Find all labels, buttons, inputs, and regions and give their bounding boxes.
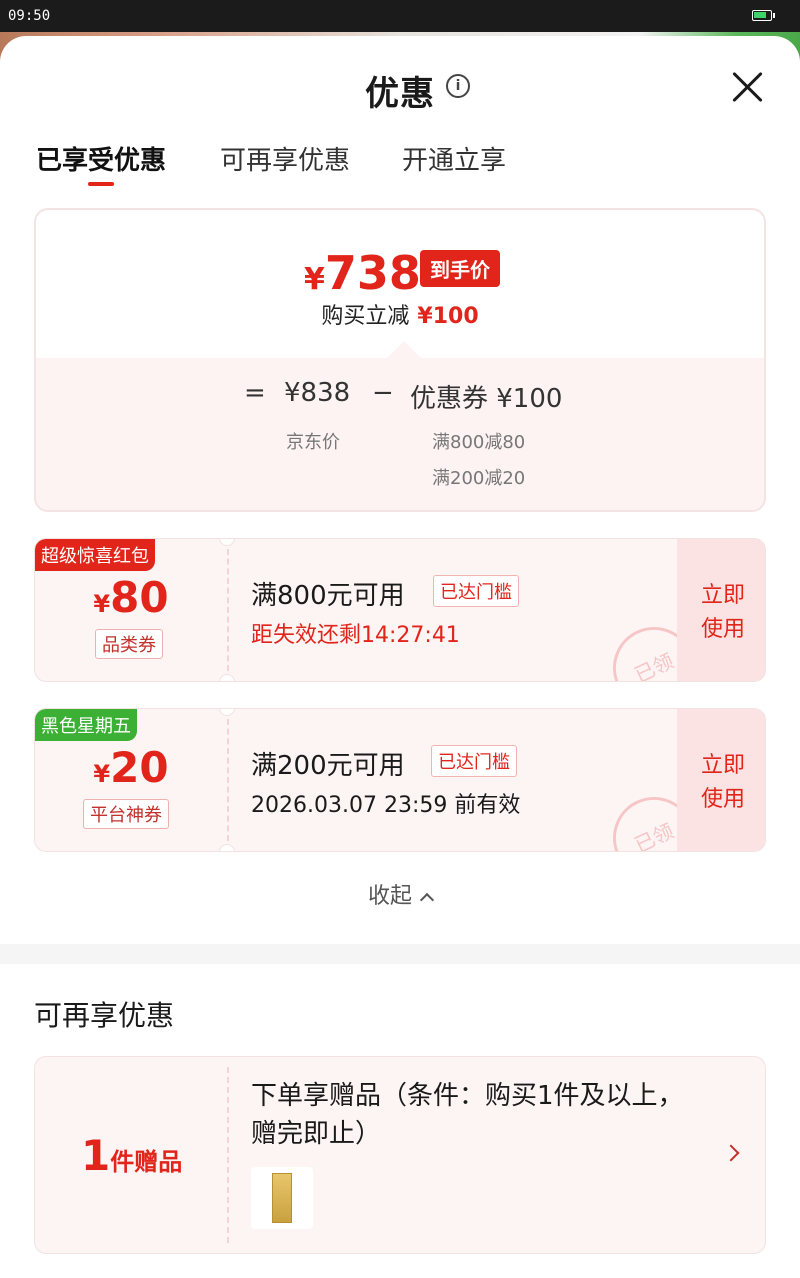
gift-divider bbox=[227, 1067, 229, 1243]
gift-product-image bbox=[272, 1173, 292, 1223]
price-breakdown: = ¥838 − 优惠券 ¥100 京东价 满800减80 满200减20 bbox=[36, 358, 764, 510]
coupon-tag: 黑色星期五 bbox=[35, 709, 137, 741]
status-time: 09:50 bbox=[8, 8, 51, 24]
coupon-card[interactable]: 黑色星期五 ¥20 平台神券 满200元可用 已达门槛 2026.03.07 2… bbox=[34, 708, 766, 852]
tab-more-discounts-label: 可再享优惠 bbox=[220, 146, 351, 176]
coupon-expiry: 2026.03.07 23:59 前有效 bbox=[251, 793, 521, 818]
tab-more-discounts[interactable]: 可再享优惠 bbox=[220, 140, 350, 177]
coupon-amount-value: 20 bbox=[110, 743, 169, 792]
info-circle-icon[interactable]: i bbox=[446, 74, 470, 98]
threshold-reached-badge: 已达门槛 bbox=[431, 745, 517, 777]
final-price: ¥738 bbox=[304, 246, 421, 300]
tab-activate-label: 开通立享 bbox=[402, 146, 507, 176]
chevron-up-icon bbox=[419, 892, 435, 908]
gift-offer-card[interactable]: 1件赠品 下单享赠品（条件：购买1件及以上，赠完即止） bbox=[34, 1056, 766, 1254]
section-separator bbox=[0, 944, 800, 964]
coupon-condition: 满800元可用 bbox=[251, 581, 405, 611]
coupon-detail: 满200减20 bbox=[432, 468, 526, 489]
status-bar: 09:50 bbox=[0, 0, 800, 32]
coupon-detail: 满800减80 bbox=[432, 432, 526, 453]
coupon-currency: ¥ bbox=[93, 760, 111, 788]
coupon-divider bbox=[227, 549, 229, 671]
instant-discount-label: 购买立减 bbox=[321, 304, 410, 329]
minus-sign: − bbox=[372, 378, 394, 408]
coupon-amount-value: 80 bbox=[110, 573, 169, 622]
price-summary-card: ¥738 到手价 购买立减 ¥100 = ¥838 − 优惠券 ¥100 京东价 … bbox=[34, 208, 766, 512]
tab-enjoyed-label: 已享受优惠 bbox=[36, 146, 167, 176]
coupon-condition: 满200元可用 bbox=[251, 751, 405, 781]
final-price-badge: 到手价 bbox=[420, 250, 500, 287]
gift-product-thumbnail[interactable] bbox=[251, 1167, 313, 1229]
coupon-divider bbox=[227, 719, 229, 841]
final-price-currency: ¥ bbox=[304, 262, 325, 297]
jd-price: ¥838 bbox=[284, 378, 351, 408]
jd-price-label: 京东价 bbox=[286, 432, 340, 453]
coupon-cut bbox=[219, 844, 235, 851]
instant-discount-amount: ¥100 bbox=[417, 304, 479, 329]
use-now-button[interactable]: 立即 使用 bbox=[677, 709, 765, 851]
coupon-type: 平台神券 bbox=[83, 799, 169, 829]
sheet-header: 优惠 i bbox=[0, 36, 800, 136]
gift-count: 1件赠品 bbox=[81, 1131, 182, 1180]
tab-activate[interactable]: 开通立享 bbox=[402, 140, 506, 177]
collapse-label: 收起 bbox=[367, 884, 412, 909]
coupon-card[interactable]: 超级惊喜红包 ¥80 品类券 满800元可用 已达门槛 距失效还剩14:27:4… bbox=[34, 538, 766, 682]
gift-count-number: 1 bbox=[81, 1131, 111, 1180]
coupon-cut bbox=[219, 674, 235, 681]
close-icon[interactable] bbox=[730, 70, 764, 104]
instant-discount-line: 购买立减 ¥100 bbox=[36, 298, 764, 330]
use-now-label: 立即 使用 bbox=[700, 753, 745, 812]
final-price-value: 738 bbox=[324, 246, 421, 300]
use-now-button[interactable]: 立即 使用 bbox=[677, 539, 765, 681]
tab-enjoyed[interactable]: 已享受优惠 bbox=[36, 140, 167, 186]
coupon-expiry: 距失效还剩14:27:41 bbox=[251, 623, 460, 648]
section-title: 可再享优惠 bbox=[34, 999, 175, 1032]
use-now-label: 立即 使用 bbox=[700, 583, 745, 642]
chevron-right-icon[interactable] bbox=[722, 1144, 740, 1162]
coupon-total: 优惠券 ¥100 bbox=[410, 384, 563, 414]
equals-sign: = bbox=[244, 378, 266, 408]
discount-sheet: 优惠 i 已享受优惠 可再享优惠 开通立享 ¥738 到手价 购买立减 ¥100 … bbox=[0, 36, 800, 1278]
threshold-reached-badge: 已达门槛 bbox=[433, 575, 519, 607]
active-tab-indicator bbox=[88, 182, 114, 186]
coupon-tag: 超级惊喜红包 bbox=[35, 539, 155, 571]
sheet-title: 优惠 bbox=[365, 74, 435, 114]
gift-description: 下单享赠品（条件：购买1件及以上，赠完即止） bbox=[251, 1081, 684, 1149]
coupon-currency: ¥ bbox=[93, 590, 111, 618]
coupon-amount: ¥20 bbox=[35, 743, 227, 792]
coupon-type: 品类券 bbox=[95, 629, 163, 659]
tab-bar: 已享受优惠 可再享优惠 开通立享 bbox=[0, 136, 800, 196]
battery-icon bbox=[752, 10, 775, 21]
coupon-amount: ¥80 bbox=[35, 573, 227, 622]
gift-count-unit: 件赠品 bbox=[110, 1148, 183, 1176]
battery-level bbox=[754, 12, 766, 18]
collapse-button[interactable]: 收起 bbox=[0, 878, 800, 910]
